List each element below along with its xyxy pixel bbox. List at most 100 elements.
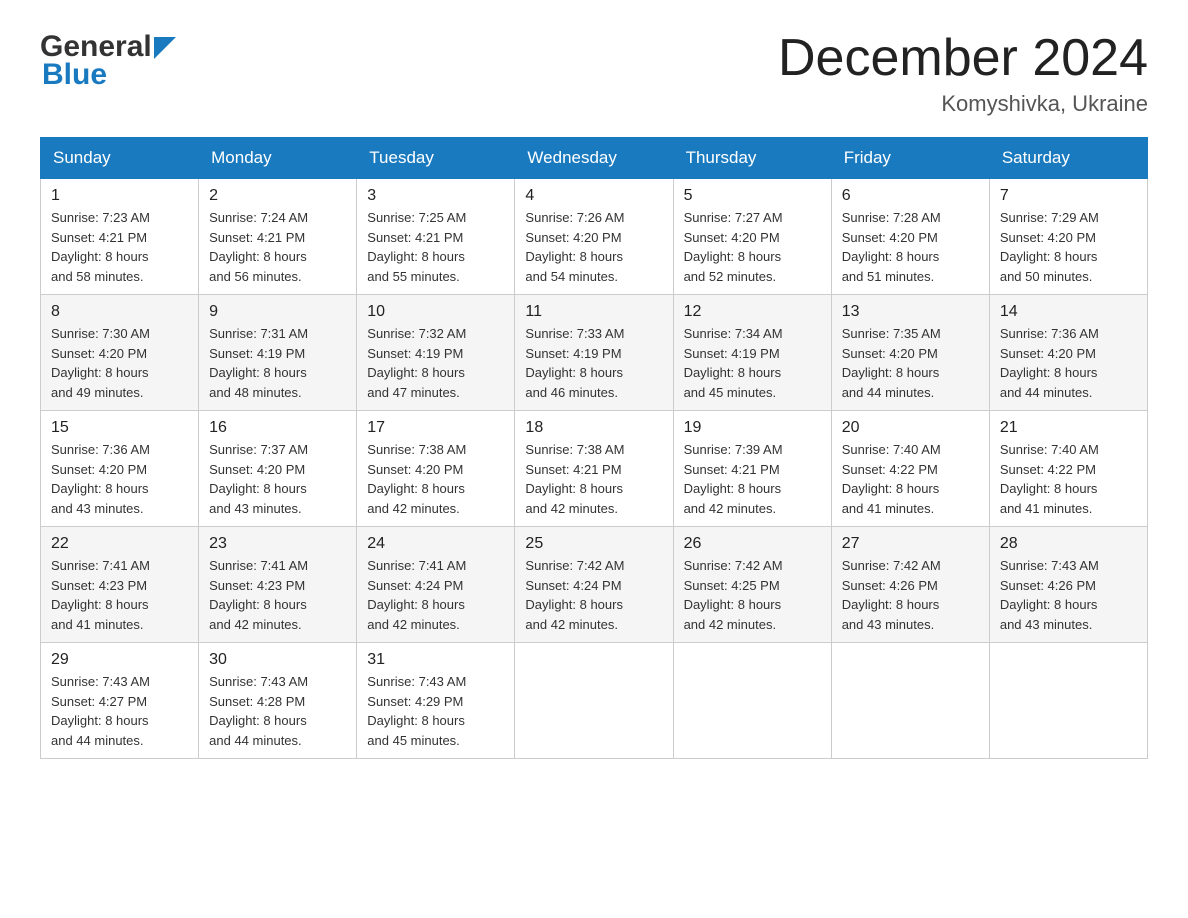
header-thursday: Thursday <box>673 138 831 179</box>
table-cell: 7 Sunrise: 7:29 AM Sunset: 4:20 PM Dayli… <box>989 179 1147 295</box>
table-cell: 8 Sunrise: 7:30 AM Sunset: 4:20 PM Dayli… <box>41 295 199 411</box>
day-number: 26 <box>684 535 821 553</box>
day-number: 19 <box>684 419 821 437</box>
day-number: 16 <box>209 419 346 437</box>
day-number: 24 <box>367 535 504 553</box>
day-number: 14 <box>1000 303 1137 321</box>
month-title: December 2024 <box>778 30 1148 87</box>
table-cell: 19 Sunrise: 7:39 AM Sunset: 4:21 PM Dayl… <box>673 411 831 527</box>
day-number: 23 <box>209 535 346 553</box>
day-info: Sunrise: 7:35 AM Sunset: 4:20 PM Dayligh… <box>842 326 941 400</box>
table-cell: 31 Sunrise: 7:43 AM Sunset: 4:29 PM Dayl… <box>357 643 515 759</box>
logo-blue-text: Blue <box>42 58 107 92</box>
day-info: Sunrise: 7:38 AM Sunset: 4:20 PM Dayligh… <box>367 442 466 516</box>
table-cell: 15 Sunrise: 7:36 AM Sunset: 4:20 PM Dayl… <box>41 411 199 527</box>
table-cell <box>515 643 673 759</box>
table-cell: 18 Sunrise: 7:38 AM Sunset: 4:21 PM Dayl… <box>515 411 673 527</box>
week-row-4: 22 Sunrise: 7:41 AM Sunset: 4:23 PM Dayl… <box>41 527 1148 643</box>
day-info: Sunrise: 7:23 AM Sunset: 4:21 PM Dayligh… <box>51 210 150 284</box>
header-sunday: Sunday <box>41 138 199 179</box>
table-cell: 12 Sunrise: 7:34 AM Sunset: 4:19 PM Dayl… <box>673 295 831 411</box>
day-number: 20 <box>842 419 979 437</box>
day-number: 6 <box>842 187 979 205</box>
day-number: 7 <box>1000 187 1137 205</box>
day-info: Sunrise: 7:40 AM Sunset: 4:22 PM Dayligh… <box>842 442 941 516</box>
day-info: Sunrise: 7:32 AM Sunset: 4:19 PM Dayligh… <box>367 326 466 400</box>
title-block: December 2024 Komyshivka, Ukraine <box>778 30 1148 117</box>
table-cell: 3 Sunrise: 7:25 AM Sunset: 4:21 PM Dayli… <box>357 179 515 295</box>
day-number: 21 <box>1000 419 1137 437</box>
page-header: General Blue December 2024 Komyshivka, U… <box>40 30 1148 117</box>
table-cell: 1 Sunrise: 7:23 AM Sunset: 4:21 PM Dayli… <box>41 179 199 295</box>
table-cell: 5 Sunrise: 7:27 AM Sunset: 4:20 PM Dayli… <box>673 179 831 295</box>
day-info: Sunrise: 7:28 AM Sunset: 4:20 PM Dayligh… <box>842 210 941 284</box>
day-info: Sunrise: 7:41 AM Sunset: 4:23 PM Dayligh… <box>51 558 150 632</box>
day-number: 25 <box>525 535 662 553</box>
table-cell: 29 Sunrise: 7:43 AM Sunset: 4:27 PM Dayl… <box>41 643 199 759</box>
day-info: Sunrise: 7:43 AM Sunset: 4:29 PM Dayligh… <box>367 674 466 748</box>
table-cell: 13 Sunrise: 7:35 AM Sunset: 4:20 PM Dayl… <box>831 295 989 411</box>
calendar-table: Sunday Monday Tuesday Wednesday Thursday… <box>40 137 1148 759</box>
header-saturday: Saturday <box>989 138 1147 179</box>
day-info: Sunrise: 7:36 AM Sunset: 4:20 PM Dayligh… <box>1000 326 1099 400</box>
day-number: 18 <box>525 419 662 437</box>
week-row-2: 8 Sunrise: 7:30 AM Sunset: 4:20 PM Dayli… <box>41 295 1148 411</box>
week-row-1: 1 Sunrise: 7:23 AM Sunset: 4:21 PM Dayli… <box>41 179 1148 295</box>
day-info: Sunrise: 7:40 AM Sunset: 4:22 PM Dayligh… <box>1000 442 1099 516</box>
day-number: 5 <box>684 187 821 205</box>
day-info: Sunrise: 7:31 AM Sunset: 4:19 PM Dayligh… <box>209 326 308 400</box>
day-info: Sunrise: 7:30 AM Sunset: 4:20 PM Dayligh… <box>51 326 150 400</box>
table-cell: 22 Sunrise: 7:41 AM Sunset: 4:23 PM Dayl… <box>41 527 199 643</box>
day-number: 13 <box>842 303 979 321</box>
table-cell: 6 Sunrise: 7:28 AM Sunset: 4:20 PM Dayli… <box>831 179 989 295</box>
day-info: Sunrise: 7:27 AM Sunset: 4:20 PM Dayligh… <box>684 210 783 284</box>
header-wednesday: Wednesday <box>515 138 673 179</box>
logo-arrow-icon <box>154 37 176 59</box>
header-monday: Monday <box>199 138 357 179</box>
day-number: 9 <box>209 303 346 321</box>
table-cell: 10 Sunrise: 7:32 AM Sunset: 4:19 PM Dayl… <box>357 295 515 411</box>
table-cell <box>831 643 989 759</box>
day-number: 28 <box>1000 535 1137 553</box>
day-number: 31 <box>367 651 504 669</box>
day-info: Sunrise: 7:41 AM Sunset: 4:24 PM Dayligh… <box>367 558 466 632</box>
table-cell: 9 Sunrise: 7:31 AM Sunset: 4:19 PM Dayli… <box>199 295 357 411</box>
day-number: 4 <box>525 187 662 205</box>
day-number: 17 <box>367 419 504 437</box>
table-cell: 16 Sunrise: 7:37 AM Sunset: 4:20 PM Dayl… <box>199 411 357 527</box>
day-info: Sunrise: 7:42 AM Sunset: 4:26 PM Dayligh… <box>842 558 941 632</box>
day-number: 29 <box>51 651 188 669</box>
table-cell: 24 Sunrise: 7:41 AM Sunset: 4:24 PM Dayl… <box>357 527 515 643</box>
table-cell: 28 Sunrise: 7:43 AM Sunset: 4:26 PM Dayl… <box>989 527 1147 643</box>
day-number: 3 <box>367 187 504 205</box>
day-info: Sunrise: 7:42 AM Sunset: 4:25 PM Dayligh… <box>684 558 783 632</box>
day-info: Sunrise: 7:29 AM Sunset: 4:20 PM Dayligh… <box>1000 210 1099 284</box>
table-cell: 2 Sunrise: 7:24 AM Sunset: 4:21 PM Dayli… <box>199 179 357 295</box>
day-info: Sunrise: 7:43 AM Sunset: 4:28 PM Dayligh… <box>209 674 308 748</box>
day-info: Sunrise: 7:24 AM Sunset: 4:21 PM Dayligh… <box>209 210 308 284</box>
day-number: 27 <box>842 535 979 553</box>
table-cell: 17 Sunrise: 7:38 AM Sunset: 4:20 PM Dayl… <box>357 411 515 527</box>
day-info: Sunrise: 7:37 AM Sunset: 4:20 PM Dayligh… <box>209 442 308 516</box>
day-number: 1 <box>51 187 188 205</box>
header-friday: Friday <box>831 138 989 179</box>
table-cell: 26 Sunrise: 7:42 AM Sunset: 4:25 PM Dayl… <box>673 527 831 643</box>
table-cell: 23 Sunrise: 7:41 AM Sunset: 4:23 PM Dayl… <box>199 527 357 643</box>
table-cell: 25 Sunrise: 7:42 AM Sunset: 4:24 PM Dayl… <box>515 527 673 643</box>
table-cell <box>673 643 831 759</box>
location: Komyshivka, Ukraine <box>778 91 1148 117</box>
table-cell: 27 Sunrise: 7:42 AM Sunset: 4:26 PM Dayl… <box>831 527 989 643</box>
day-info: Sunrise: 7:43 AM Sunset: 4:26 PM Dayligh… <box>1000 558 1099 632</box>
day-info: Sunrise: 7:41 AM Sunset: 4:23 PM Dayligh… <box>209 558 308 632</box>
day-number: 8 <box>51 303 188 321</box>
table-cell: 11 Sunrise: 7:33 AM Sunset: 4:19 PM Dayl… <box>515 295 673 411</box>
day-info: Sunrise: 7:39 AM Sunset: 4:21 PM Dayligh… <box>684 442 783 516</box>
day-number: 2 <box>209 187 346 205</box>
weekday-header-row: Sunday Monday Tuesday Wednesday Thursday… <box>41 138 1148 179</box>
day-info: Sunrise: 7:38 AM Sunset: 4:21 PM Dayligh… <box>525 442 624 516</box>
day-info: Sunrise: 7:26 AM Sunset: 4:20 PM Dayligh… <box>525 210 624 284</box>
day-number: 12 <box>684 303 821 321</box>
day-info: Sunrise: 7:34 AM Sunset: 4:19 PM Dayligh… <box>684 326 783 400</box>
day-number: 11 <box>525 303 662 321</box>
day-info: Sunrise: 7:33 AM Sunset: 4:19 PM Dayligh… <box>525 326 624 400</box>
